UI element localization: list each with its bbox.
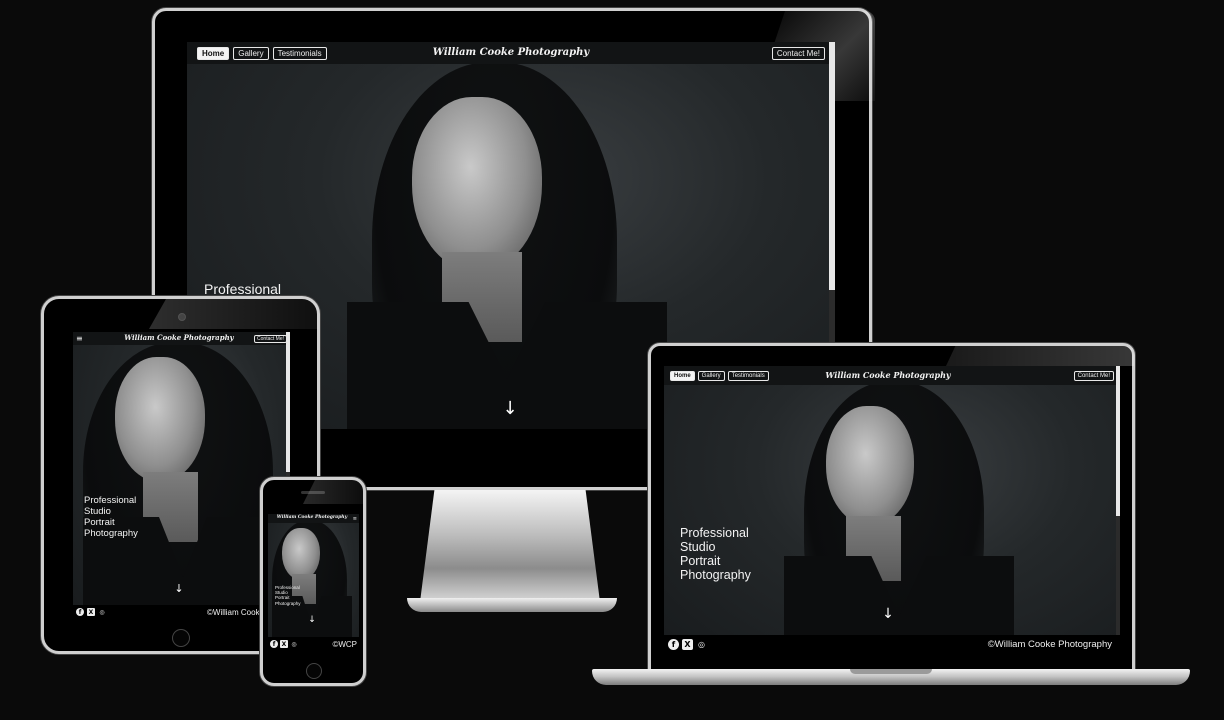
nav-gallery[interactable]: Gallery (233, 46, 269, 60)
scrollbar-thumb[interactable] (1116, 366, 1120, 516)
hamburger-menu-icon[interactable]: ≡ (76, 334, 83, 343)
scrollbar-track[interactable] (1116, 366, 1120, 635)
hero-heading: Professional Studio Portrait Photography (84, 495, 138, 539)
brand-logo[interactable]: William Cooke Photography (124, 333, 234, 342)
facebook-icon[interactable]: f (270, 640, 278, 648)
scroll-down-arrow[interactable]: ↓ (882, 606, 894, 622)
hero-line: Professional (84, 495, 137, 506)
tablet-screen: ≡ William Cooke Photography Contact Me! … (73, 332, 290, 619)
portrait-photo (73, 332, 290, 619)
instagram-icon[interactable]: ◎ (290, 640, 298, 648)
brand-logo[interactable]: William Cooke Photography (825, 370, 950, 380)
hero-line: Studio (84, 506, 111, 517)
phone-navbar: William Cooke Photography ≡ (268, 514, 359, 523)
brand-logo[interactable]: William Cooke Photography (277, 515, 347, 520)
contact-button[interactable]: Contact Me! (254, 334, 287, 343)
tablet-navbar: ≡ William Cooke Photography Contact Me! (73, 332, 290, 345)
copyright-text: ©WCP (332, 639, 357, 649)
laptop-navbar: Home Gallery Testimonials William Cooke … (664, 366, 1120, 385)
laptop-footer: f X ◎ ©William Cooke Photography (664, 635, 1120, 653)
nav-home[interactable]: Home (197, 46, 230, 60)
contact-button[interactable]: Contact Me! (771, 46, 825, 60)
glass-reflection (303, 480, 363, 504)
hero-line: Portrait (84, 517, 115, 528)
monitor-foot (407, 598, 617, 612)
glass-reflection (946, 346, 1134, 366)
monitor-stand (420, 490, 600, 602)
scroll-down-arrow[interactable]: ↓ (308, 615, 316, 625)
hero-line: Professional (680, 526, 749, 540)
nav-testimonials[interactable]: Testimonials (727, 370, 769, 381)
hero-line: Photography (680, 568, 751, 582)
phone-footer: f X ◎ ©WCP (268, 637, 359, 651)
tablet-home-button[interactable] (172, 629, 190, 647)
phone-device: William Cooke Photography ≡ Professional… (260, 477, 366, 686)
x-icon[interactable]: X (682, 638, 693, 650)
contact-button[interactable]: Contact Me! (1073, 370, 1114, 381)
phone-home-button[interactable] (306, 663, 322, 679)
phone-screen: William Cooke Photography ≡ Professional… (268, 514, 359, 651)
scrollbar-thumb[interactable] (286, 332, 290, 472)
portrait-photo (268, 514, 359, 651)
desktop-navbar: Home Gallery Testimonials William Cooke … (187, 42, 835, 64)
instagram-icon[interactable]: ◎ (98, 608, 106, 616)
hero-line: Studio (680, 540, 716, 554)
hero-heading: Professional Studio Portrait Photography (680, 526, 751, 582)
x-icon[interactable]: X (87, 608, 95, 616)
x-icon[interactable]: X (280, 640, 288, 648)
scrollbar-thumb[interactable] (829, 42, 835, 290)
hero-line: Portrait (680, 554, 721, 568)
hero-line: Photography (275, 600, 301, 606)
scroll-down-arrow[interactable]: ↓ (502, 398, 517, 419)
glass-reflection (149, 299, 319, 329)
facebook-icon[interactable]: f (76, 608, 84, 616)
laptop-notch (850, 669, 932, 674)
nav-home[interactable]: Home (670, 370, 695, 381)
brand-logo[interactable]: William Cooke Photography (433, 47, 589, 58)
laptop-device: Home Gallery Testimonials William Cooke … (648, 343, 1135, 669)
laptop-screen: Home Gallery Testimonials William Cooke … (664, 366, 1120, 653)
nav-testimonials[interactable]: Testimonials (272, 46, 327, 60)
facebook-icon[interactable]: f (668, 638, 679, 650)
menu-toggle-icon[interactable]: ≡ (353, 516, 357, 522)
copyright-text: ©William Cooke Photography (987, 638, 1112, 650)
nav-gallery[interactable]: Gallery (697, 370, 725, 381)
hero-heading: Professional Studio Portrait Photography (275, 585, 301, 606)
tablet-footer: f X ◎ ©William Cooke Photo (73, 605, 290, 619)
hero-line: Photography (84, 528, 138, 539)
instagram-icon[interactable]: ◎ (696, 639, 707, 650)
scroll-down-arrow[interactable]: ↓ (174, 582, 183, 595)
